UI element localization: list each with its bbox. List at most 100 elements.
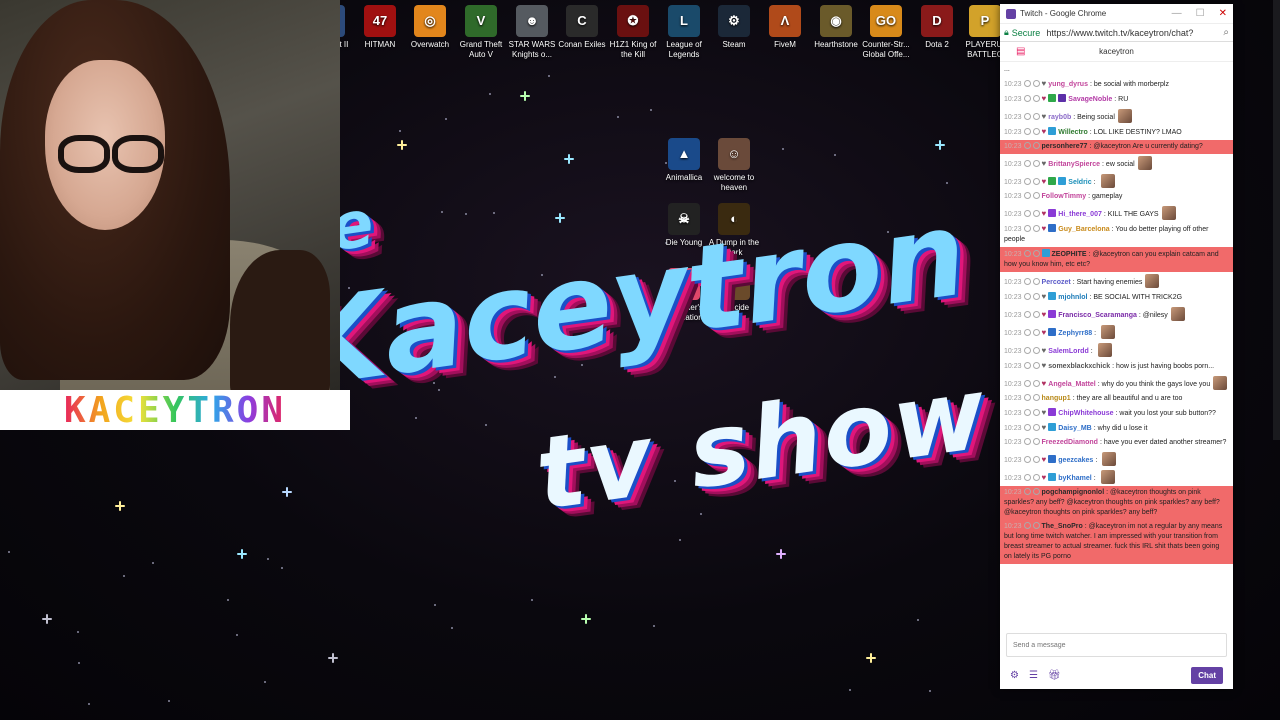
- desktop-scrollbar[interactable]: [1273, 0, 1280, 440]
- timeout-icon[interactable]: [1032, 128, 1040, 135]
- chat-username[interactable]: Guy_Barcelona: [1058, 226, 1109, 233]
- chat-username[interactable]: rayb0b: [1048, 114, 1071, 121]
- ban-icon[interactable]: [1023, 347, 1031, 354]
- chat-username[interactable]: Hi_there_007: [1058, 211, 1102, 218]
- ban-icon[interactable]: [1023, 380, 1031, 387]
- chat-username[interactable]: ChipWhitehouse: [1058, 410, 1113, 417]
- window-titlebar[interactable]: Twitch - Google Chrome — ☐ ✕: [1000, 4, 1233, 24]
- ban-icon[interactable]: [1023, 424, 1031, 431]
- ban-icon[interactable]: [1023, 192, 1031, 199]
- timeout-icon[interactable]: [1032, 210, 1040, 217]
- chat-username[interactable]: Francisco_Scaramanga: [1058, 312, 1137, 319]
- timeout-icon[interactable]: [1032, 474, 1040, 481]
- chat-username[interactable]: FollowTimmy: [1042, 193, 1087, 200]
- timeout-icon[interactable]: [1032, 329, 1040, 336]
- ban-icon[interactable]: [1023, 80, 1031, 87]
- lock-icon[interactable]: 🔒︎: [1004, 27, 1009, 38]
- chat-username[interactable]: SalemLordd: [1048, 348, 1088, 355]
- timeout-icon[interactable]: [1032, 424, 1040, 431]
- timeout-icon[interactable]: [1032, 293, 1040, 300]
- desktop-shortcut[interactable]: ⚙ Steam: [708, 5, 760, 50]
- desktop-shortcut[interactable]: Λ FiveM: [759, 5, 811, 50]
- timeout-icon[interactable]: [1032, 522, 1040, 529]
- ban-icon[interactable]: [1023, 113, 1031, 120]
- chat-username[interactable]: Daisy_MB: [1058, 425, 1091, 432]
- channel-menu-icon[interactable]: ▤: [1016, 46, 1025, 57]
- ban-icon[interactable]: [1023, 362, 1031, 369]
- timeout-icon[interactable]: [1032, 178, 1040, 185]
- chat-username[interactable]: Seldric: [1068, 179, 1091, 186]
- ban-icon[interactable]: [1023, 178, 1031, 185]
- settings-gear-icon[interactable]: ⚙: [1010, 670, 1019, 681]
- ban-icon[interactable]: [1023, 142, 1031, 149]
- chat-username[interactable]: The_SnoPro: [1042, 523, 1083, 530]
- chat-username[interactable]: Percozet: [1042, 279, 1071, 286]
- desktop-shortcut[interactable]: 47 HITMAN: [354, 5, 406, 50]
- ban-icon[interactable]: [1023, 409, 1031, 416]
- timeout-icon[interactable]: [1032, 311, 1040, 318]
- timeout-icon[interactable]: [1032, 362, 1040, 369]
- desktop-shortcut[interactable]: D Dota 2: [911, 5, 963, 50]
- chat-send-button[interactable]: Chat: [1191, 666, 1223, 684]
- ban-icon[interactable]: [1023, 522, 1031, 529]
- desktop-shortcut[interactable]: ◎ Overwatch: [404, 5, 456, 50]
- chat-username[interactable]: Zephyrr88: [1058, 330, 1092, 337]
- desktop-shortcut[interactable]: ▲ Animallica: [658, 138, 710, 183]
- timeout-icon[interactable]: [1032, 456, 1040, 463]
- ban-icon[interactable]: [1023, 311, 1031, 318]
- desktop-shortcut[interactable]: V Grand Theft Auto V: [455, 5, 507, 60]
- gift-icon[interactable]: 🎁︎: [1048, 670, 1061, 681]
- ban-icon[interactable]: [1023, 293, 1031, 300]
- desktop-shortcut[interactable]: ✪ H1Z1 King of the Kill: [607, 5, 659, 60]
- url-field[interactable]: https://www.twitch.tv/kaceytron/chat?: [1046, 28, 1223, 38]
- chat-username[interactable]: Angela_Mattel: [1048, 381, 1095, 388]
- timeout-icon[interactable]: [1032, 409, 1040, 416]
- timeout-icon[interactable]: [1032, 160, 1040, 167]
- ban-icon[interactable]: [1023, 95, 1031, 102]
- timeout-icon[interactable]: [1032, 488, 1040, 495]
- viewer-list-icon[interactable]: ☰: [1029, 670, 1038, 681]
- chat-username[interactable]: pogchampignonlol: [1042, 489, 1105, 496]
- ban-icon[interactable]: [1023, 488, 1031, 495]
- timeout-icon[interactable]: [1032, 142, 1040, 149]
- chat-username[interactable]: somexblackxchick: [1048, 363, 1110, 370]
- ban-icon[interactable]: [1023, 160, 1031, 167]
- chat-username[interactable]: SavageNoble: [1068, 96, 1112, 103]
- ban-icon[interactable]: [1023, 438, 1031, 445]
- timeout-icon[interactable]: [1032, 113, 1040, 120]
- timeout-icon[interactable]: [1032, 394, 1040, 401]
- desktop-shortcut[interactable]: ☺ welcome to heaven: [708, 138, 760, 193]
- timeout-icon[interactable]: [1032, 347, 1040, 354]
- chat-username[interactable]: personhere77: [1042, 143, 1088, 150]
- desktop-shortcut[interactable]: ◉ Hearthstone: [810, 5, 862, 50]
- chat-username[interactable]: BrittanySpierce: [1048, 161, 1100, 168]
- ban-icon[interactable]: [1023, 225, 1031, 232]
- ban-icon[interactable]: [1023, 250, 1031, 257]
- desktop-shortcut[interactable]: L League of Legends: [658, 5, 710, 60]
- timeout-icon[interactable]: [1032, 380, 1040, 387]
- chat-log[interactable]: ... 10:23 ♥ yung_dyrus: be social with morb…: [1000, 62, 1233, 627]
- ban-icon[interactable]: [1023, 456, 1031, 463]
- ban-icon[interactable]: [1023, 278, 1031, 285]
- chat-username[interactable]: FreezedDiamond: [1042, 439, 1098, 446]
- minimize-icon[interactable]: —: [1172, 8, 1182, 19]
- timeout-icon[interactable]: [1032, 278, 1040, 285]
- ban-icon[interactable]: [1023, 394, 1031, 401]
- ban-icon[interactable]: [1023, 329, 1031, 336]
- timeout-icon[interactable]: [1032, 250, 1040, 257]
- chat-username[interactable]: Willectro: [1058, 129, 1088, 136]
- ban-icon[interactable]: [1023, 474, 1031, 481]
- ban-icon[interactable]: [1023, 128, 1031, 135]
- timeout-icon[interactable]: [1032, 225, 1040, 232]
- address-bar[interactable]: 🔒︎ Secure https://www.twitch.tv/kaceytro…: [1000, 24, 1233, 42]
- desktop-shortcut[interactable]: GO Counter-Str... Global Offe...: [860, 5, 912, 60]
- timeout-icon[interactable]: [1032, 192, 1040, 199]
- desktop-shortcut[interactable]: ☻ STAR WARS Knights o...: [506, 5, 558, 60]
- timeout-icon[interactable]: [1032, 95, 1040, 102]
- chat-username[interactable]: hangup1: [1042, 395, 1071, 402]
- timeout-icon[interactable]: [1032, 80, 1040, 87]
- timeout-icon[interactable]: [1032, 438, 1040, 445]
- chat-username[interactable]: byKhamel: [1058, 475, 1091, 482]
- chat-username[interactable]: yung_dyrus: [1048, 81, 1088, 88]
- chat-username[interactable]: mjohnlol: [1058, 294, 1087, 301]
